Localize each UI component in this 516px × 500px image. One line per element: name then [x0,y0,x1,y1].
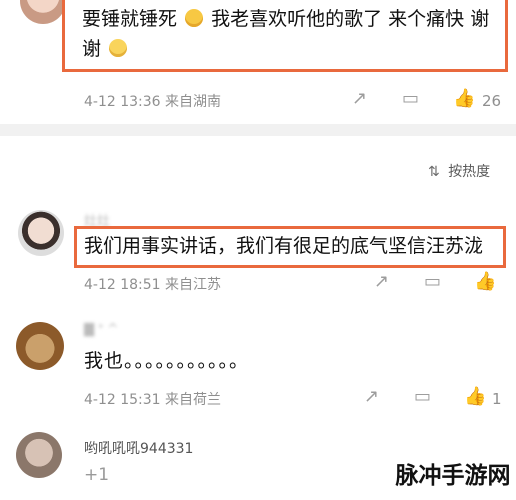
share-icon[interactable]: ↗ [352,88,367,109]
reply-text: +1 [84,465,110,485]
like-icon[interactable]: 👍 [474,271,496,292]
smile-emoji-icon [109,39,128,57]
sort-by-hot-button[interactable]: ⇅ 按热度 [428,161,490,181]
comment-icon[interactable]: ▭ [424,271,441,292]
like-icon[interactable]: 👍 [464,386,486,407]
comment-text: 我也。。。。。。。。。。。 [84,350,250,372]
comment-meta: 4-12 15:31 来自荷兰 [84,392,222,408]
watermark: 脉冲手游网 [390,446,516,500]
sort-icon: ⇅ [428,164,440,180]
section-divider [0,124,516,136]
comment-meta: 4-12 18:51 来自江苏 [84,277,222,293]
share-icon[interactable]: ↗ [364,386,379,407]
avatar[interactable] [16,432,62,478]
username[interactable]: ▇ ᐤ ^ [84,322,118,337]
comment-text: 要锤就锤死 我老喜欢听他的歌了 来个痛快 谢 谢 [82,8,490,60]
crying-emoji-icon [185,9,204,27]
like-icon[interactable]: 👍 [453,88,475,109]
avatar[interactable] [20,0,66,24]
comment-icon[interactable]: ▭ [414,386,431,407]
comment-meta: 4-12 13:36 来自湖南 [84,94,222,110]
sort-label: 按热度 [448,164,491,180]
avatar[interactable] [16,322,64,370]
avatar[interactable] [18,210,64,256]
like-count: 26 [482,92,502,110]
comment-icon[interactable]: ▭ [402,88,419,109]
username[interactable]: 哟吼吼吼944331 [84,438,193,458]
like-count: 1 [492,390,502,408]
comment-text: 我们用事实讲话，我们有很足的底气坚信汪苏泷 [84,235,484,257]
share-icon[interactable]: ↗ [374,271,389,292]
